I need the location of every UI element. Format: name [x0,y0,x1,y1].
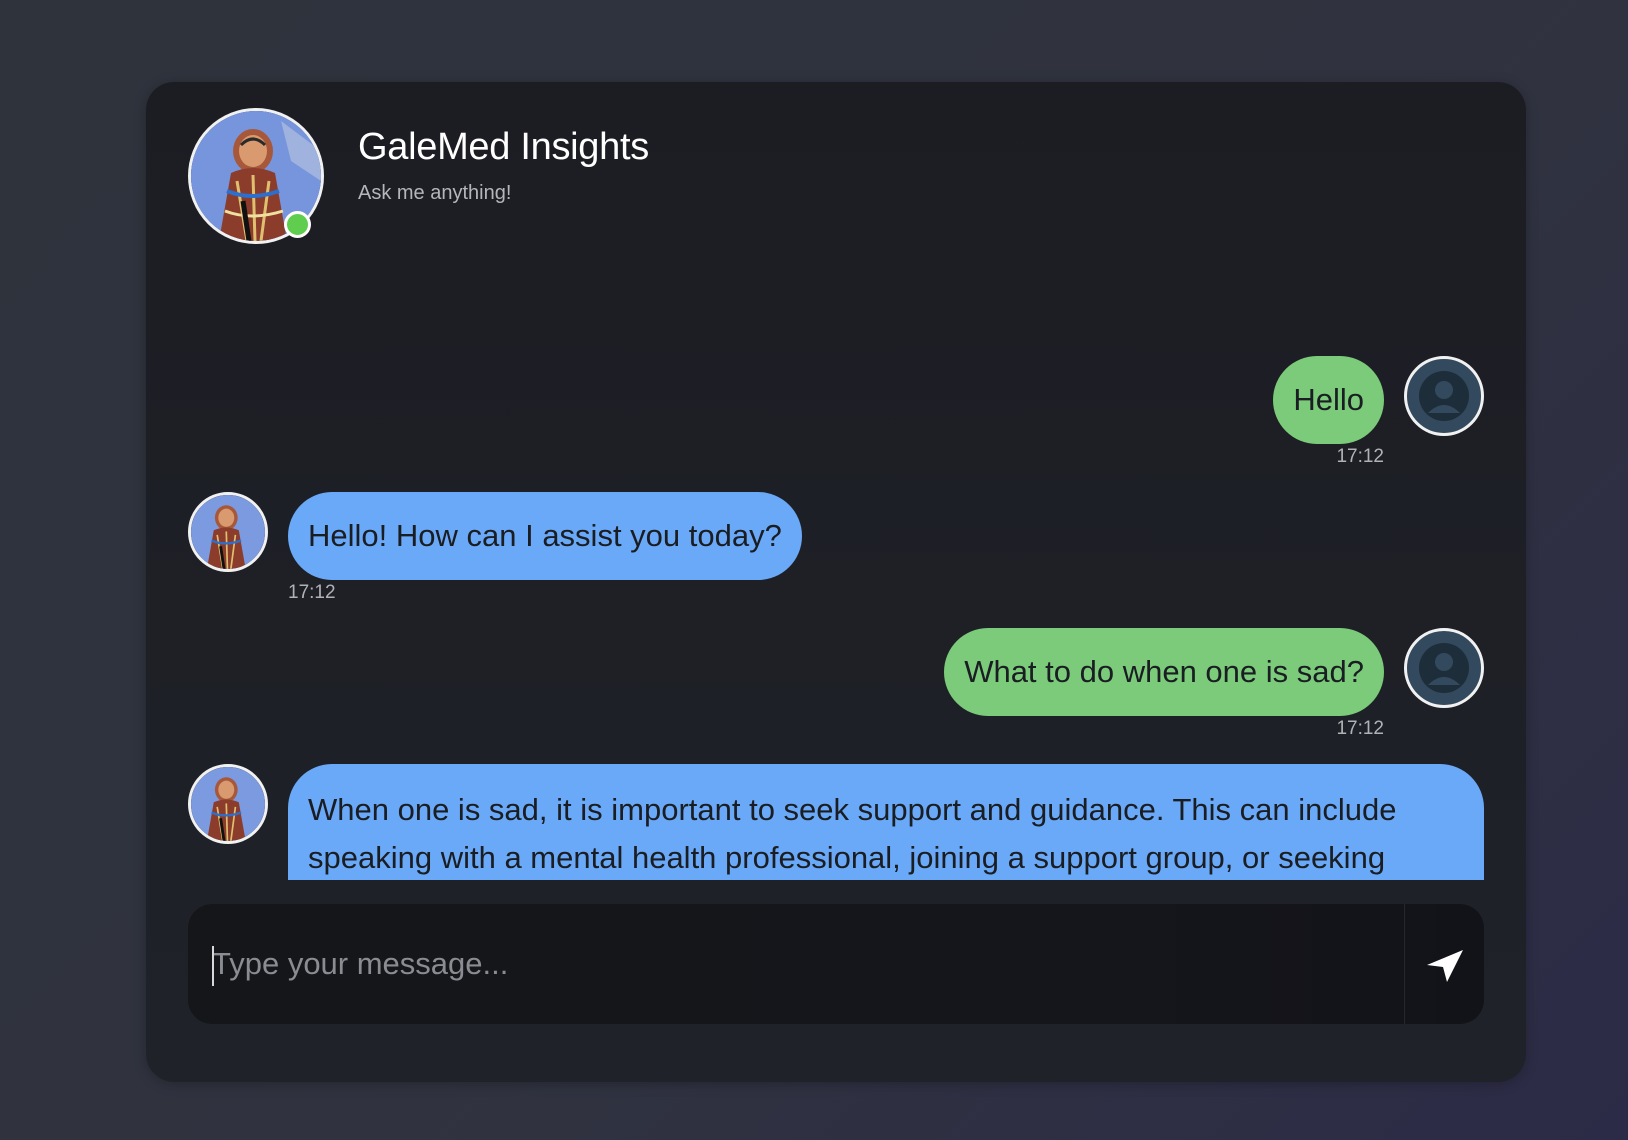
chat-window: GaleMed Insights Ask me anything! Hello … [146,82,1526,1082]
user-icon [1419,371,1469,421]
message-list[interactable]: Hello 17:12 Hello! How can I assist you … [188,272,1484,880]
send-button[interactable] [1404,904,1484,1024]
message-time: 17:12 [1336,718,1384,739]
message-user: Hello 17:12 [188,272,1484,467]
send-icon [1427,950,1463,982]
message-composer [188,904,1484,1024]
message-input[interactable] [188,904,1404,1024]
text-caret [212,946,214,986]
user-avatar [1404,356,1484,436]
message-time: 17:12 [288,582,336,603]
message-time: 17:12 [1336,446,1384,467]
online-status-dot [284,211,311,238]
bot-subtitle: Ask me anything! [358,182,512,204]
user-icon [1419,643,1469,693]
user-avatar [1404,628,1484,708]
message-bubble: When one is sad, it is important to seek… [288,764,1484,880]
message-bubble: Hello! How can I assist you today? [288,492,802,580]
bot-avatar-small [188,492,268,572]
bot-avatar-small [188,764,268,844]
bot-name: GaleMed Insights [358,126,649,168]
message-bubble: Hello [1273,356,1384,444]
message-bubble: What to do when one is sad? [944,628,1384,716]
